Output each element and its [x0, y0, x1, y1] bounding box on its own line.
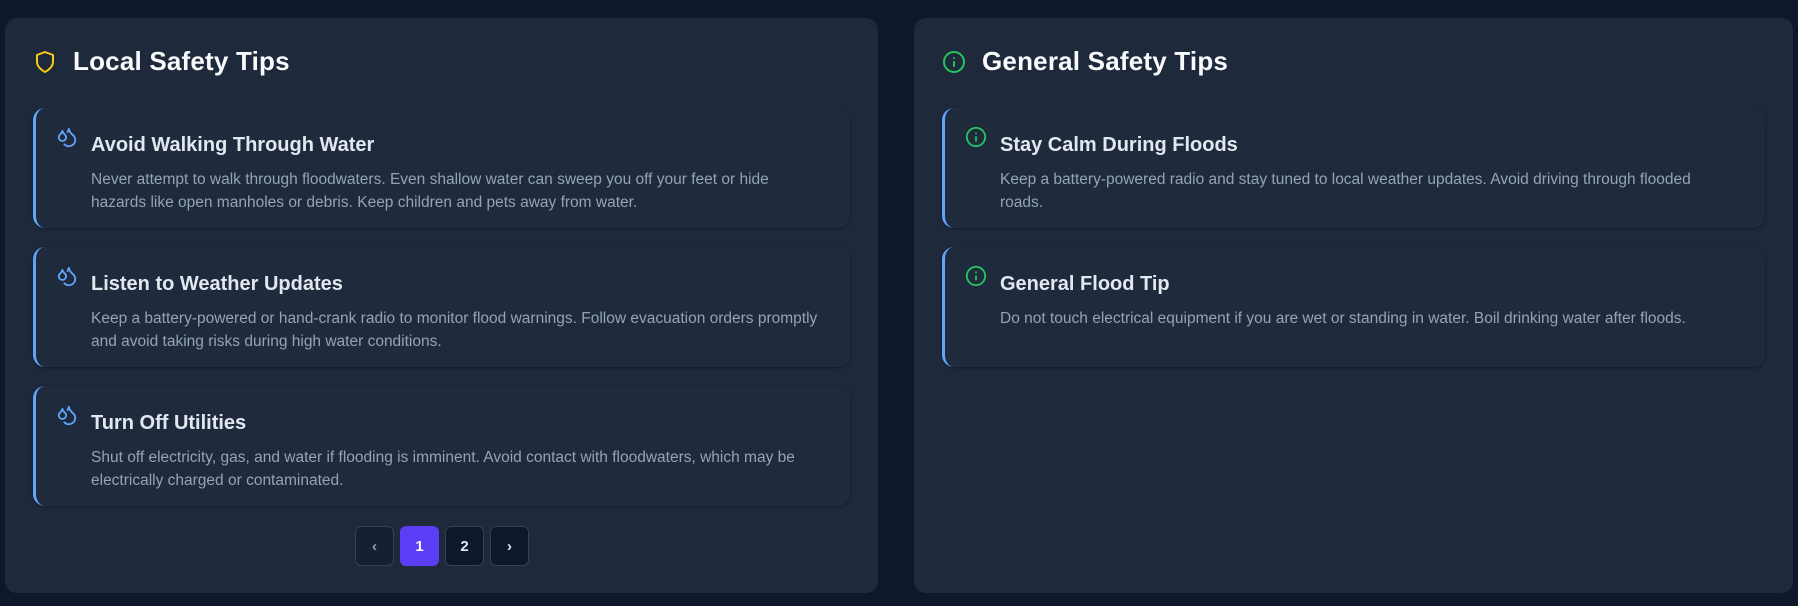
- shield-icon: [36, 50, 54, 73]
- tip-title: Avoid Walking Through Water: [91, 134, 375, 156]
- tip-body: Shut off electricity, gas, and water if …: [91, 449, 795, 489]
- local-tip-list: Avoid Walking Through Water Never attemp…: [33, 108, 850, 506]
- tip-title: Stay Calm During Floods: [1000, 134, 1238, 156]
- general-tip-list: Stay Calm During Floods Keep a battery-p…: [942, 108, 1765, 367]
- general-panel-header: General Safety Tips: [942, 46, 1228, 77]
- general-tip-card: Stay Calm During Floods Keep a battery-p…: [942, 108, 1765, 228]
- water-drops-icon: [57, 405, 77, 426]
- general-safety-tips-panel: General Safety Tips Stay Calm During Flo…: [914, 18, 1793, 593]
- prev-page-button[interactable]: ‹: [355, 526, 394, 566]
- page-1-button[interactable]: 1: [400, 526, 439, 566]
- tip-body: Keep a battery-powered or hand-crank rad…: [91, 310, 818, 350]
- water-drops-icon: [57, 127, 77, 148]
- general-panel-title: General Safety Tips: [982, 46, 1229, 76]
- page-2-button[interactable]: 2: [445, 526, 484, 566]
- local-panel-title: Local Safety Tips: [73, 46, 290, 76]
- pagination: ‹ 1 2 ›: [355, 526, 529, 566]
- page: Local Safety Tips Avoid Walking Through …: [0, 0, 1798, 606]
- info-icon: [965, 126, 987, 148]
- tip-body: Never attempt to walk through floodwater…: [91, 171, 769, 211]
- tip-title: Listen to Weather Updates: [91, 273, 343, 295]
- tip-body: Do not touch electrical equipment if you…: [1000, 310, 1686, 327]
- local-tip-card: Avoid Walking Through Water Never attemp…: [33, 108, 850, 228]
- tip-title: Turn Off Utilities: [91, 412, 247, 434]
- next-page-button[interactable]: ›: [490, 526, 529, 566]
- general-tip-card: General Flood Tip Do not touch electrica…: [942, 247, 1765, 367]
- local-tip-card: Turn Off Utilities Shut off electricity,…: [33, 386, 850, 506]
- info-icon: [965, 265, 987, 287]
- local-panel-header: Local Safety Tips: [33, 46, 290, 77]
- tip-title: General Flood Tip: [1000, 273, 1170, 295]
- local-safety-tips-panel: Local Safety Tips Avoid Walking Through …: [5, 18, 878, 593]
- info-icon: [943, 50, 965, 73]
- tip-body: Keep a battery-powered radio and stay tu…: [1000, 171, 1691, 211]
- local-tip-card: Listen to Weather Updates Keep a battery…: [33, 247, 850, 367]
- water-drops-icon: [57, 266, 77, 287]
